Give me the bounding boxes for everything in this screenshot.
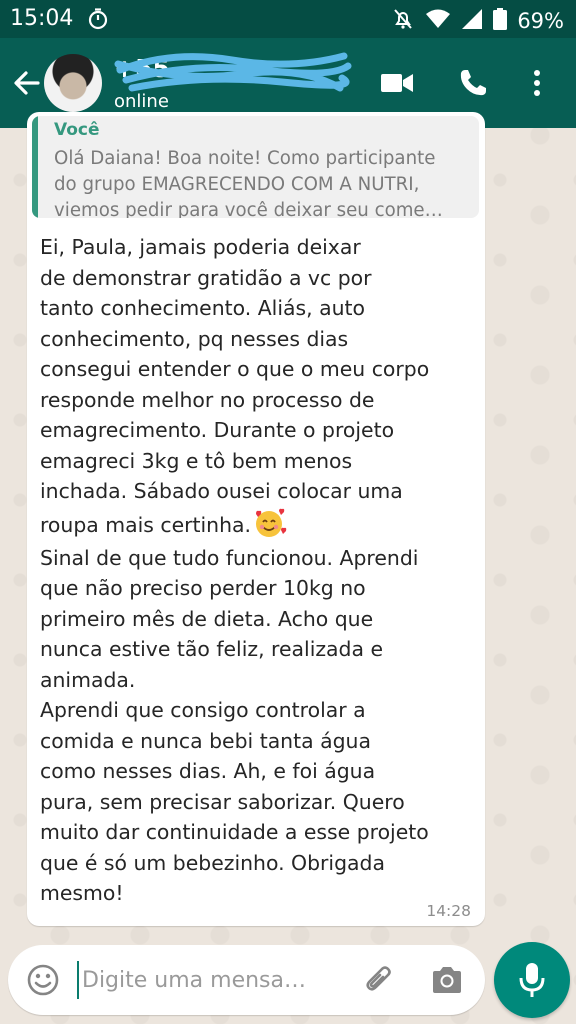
camera-icon[interactable] (430, 964, 464, 996)
message-line-with-emoji: roupa mais certinha. (40, 507, 480, 543)
message-line: conhecimento, pq nesses dias (40, 326, 349, 351)
message-line: Ei, Paula, jamais poderia deixar (40, 235, 361, 259)
message-line: que é só um bebezinho. Obrigada (40, 850, 385, 875)
silent-bell-icon (391, 7, 415, 35)
message-line: como nesses dias. Ah, e foi água (40, 759, 376, 783)
quote-author: Você (54, 120, 100, 140)
video-call-icon[interactable] (380, 68, 414, 98)
message-line: mesmo! (40, 881, 124, 905)
message-line: responde melhor no processo de (40, 387, 375, 412)
message-line: primeiro mês de dieta. Acho que (40, 606, 374, 631)
message-line: nunca estive tão feliz, realizada e (40, 637, 384, 661)
message-composer (8, 945, 485, 1015)
back-arrow-icon[interactable] (10, 66, 44, 100)
smiling-face-with-hearts-icon (253, 508, 287, 538)
message-line: pura, sem precisar saborizar. Quero (40, 789, 405, 814)
message-timestamp: 14:28 (426, 902, 471, 920)
emoji-icon[interactable] (26, 963, 60, 997)
wifi-icon (425, 8, 451, 34)
message-line: consegui entender o que o meu corpo (40, 357, 430, 381)
message-line: animada. (40, 667, 136, 692)
status-time: 15:04 (10, 6, 74, 31)
text-cursor (77, 961, 79, 999)
message-line: Aprendi que consigo controlar a (40, 698, 366, 722)
status-bar: 15:04 69% (0, 0, 576, 38)
battery-percentage: 69% (517, 9, 564, 33)
message-bubble[interactable]: Você Olá Daiana! Boa noite! Como partici… (27, 112, 485, 926)
microphone-icon (519, 963, 545, 997)
message-line: Sinal de que tudo funcionou. Aprendi (40, 545, 419, 570)
message-line: roupa mais certinha. (40, 512, 252, 537)
message-text: Ei, Paula, jamais poderia deixar de demo… (40, 232, 480, 909)
quote-text: Olá Daiana! Boa noite! Como participante… (54, 146, 472, 218)
message-line: tanto conhecimento. Aliás, auto (40, 296, 365, 320)
message-line: muito dar continuidade a esse projeto (40, 820, 429, 844)
more-options-icon[interactable] (530, 68, 544, 98)
message-line: que não preciso perder 10kg no (40, 576, 366, 600)
paperclip-icon[interactable] (362, 963, 396, 997)
signal-icon (461, 8, 483, 34)
message-line: de demonstrar gratidão a vc por (40, 265, 372, 290)
contact-status: online (114, 91, 169, 112)
timer-icon (86, 7, 110, 35)
battery-icon (493, 8, 508, 34)
message-line: inchada. Sábado ousei colocar uma (40, 479, 403, 503)
quoted-message[interactable]: Você Olá Daiana! Boa noite! Como partici… (32, 116, 479, 218)
phone-icon[interactable] (458, 68, 492, 98)
avatar[interactable] (44, 54, 102, 112)
message-line: comida e nunca bebi tanta água (40, 728, 371, 753)
message-input[interactable] (82, 959, 342, 1001)
message-line: emagrecimento. Durante o projeto (40, 418, 395, 442)
quote-line: viemos pedir para você deixar seu come… (54, 200, 443, 218)
microphone-button[interactable] (494, 942, 570, 1018)
quote-accent-bar (32, 116, 38, 218)
message-line: emagreci 3kg e tô bem menos (40, 448, 353, 473)
quote-line: do grupo EMAGRECENDO COM A NUTRI, (54, 174, 420, 195)
quote-line: Olá Daiana! Boa noite! Como participante (54, 148, 436, 169)
